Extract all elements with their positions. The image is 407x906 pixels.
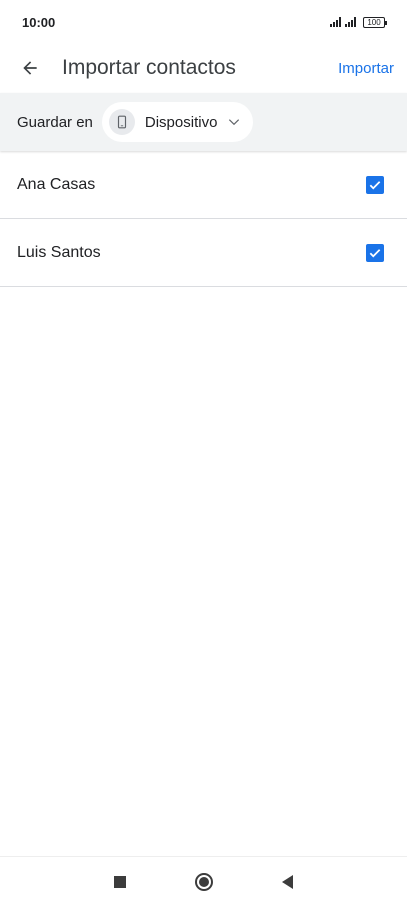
save-to-label: Guardar en — [17, 113, 93, 131]
app-bar: Importar contactos Importar — [0, 44, 407, 92]
arrow-back-icon — [23, 61, 37, 75]
signal-icon-2 — [345, 17, 356, 27]
home-button[interactable] — [162, 857, 246, 906]
recents-button[interactable] — [78, 857, 162, 906]
status-bar: 10:00 100 — [0, 0, 407, 44]
contact-name: Luis Santos — [17, 243, 101, 261]
checkmark-icon — [369, 248, 381, 257]
checkmark-icon — [369, 180, 381, 189]
triangle-back-icon — [282, 874, 293, 889]
contact-checkbox[interactable] — [366, 243, 384, 262]
device-chip-label: Dispositivo — [144, 113, 218, 131]
back-button[interactable] — [0, 44, 60, 92]
square-recents-icon — [113, 875, 126, 888]
circle-home-icon — [194, 872, 213, 891]
phone-icon — [108, 109, 135, 135]
battery-icon: 100 — [363, 16, 387, 28]
save-to-bar: Guardar en Dispositivo — [0, 93, 407, 151]
chevron-down-icon — [229, 119, 240, 126]
status-icons: 100 — [330, 16, 387, 28]
contact-row[interactable]: Luis Santos — [0, 219, 407, 287]
contact-row[interactable]: Ana Casas — [0, 151, 407, 219]
status-time: 10:00 — [22, 14, 56, 30]
page-title: Importar contactos — [62, 56, 236, 79]
system-back-button[interactable] — [246, 857, 330, 906]
contact-list: Ana Casas Luis Santos — [0, 151, 407, 287]
signal-icon — [330, 17, 341, 27]
contact-checkbox[interactable] — [366, 175, 384, 194]
device-selector-chip[interactable]: Dispositivo — [101, 102, 254, 142]
contact-name: Ana Casas — [17, 175, 96, 193]
system-nav-bar — [0, 856, 407, 906]
screen: 10:00 100 Importar contactos Importar Gu… — [0, 0, 407, 906]
import-button[interactable]: Importar — [338, 60, 407, 77]
